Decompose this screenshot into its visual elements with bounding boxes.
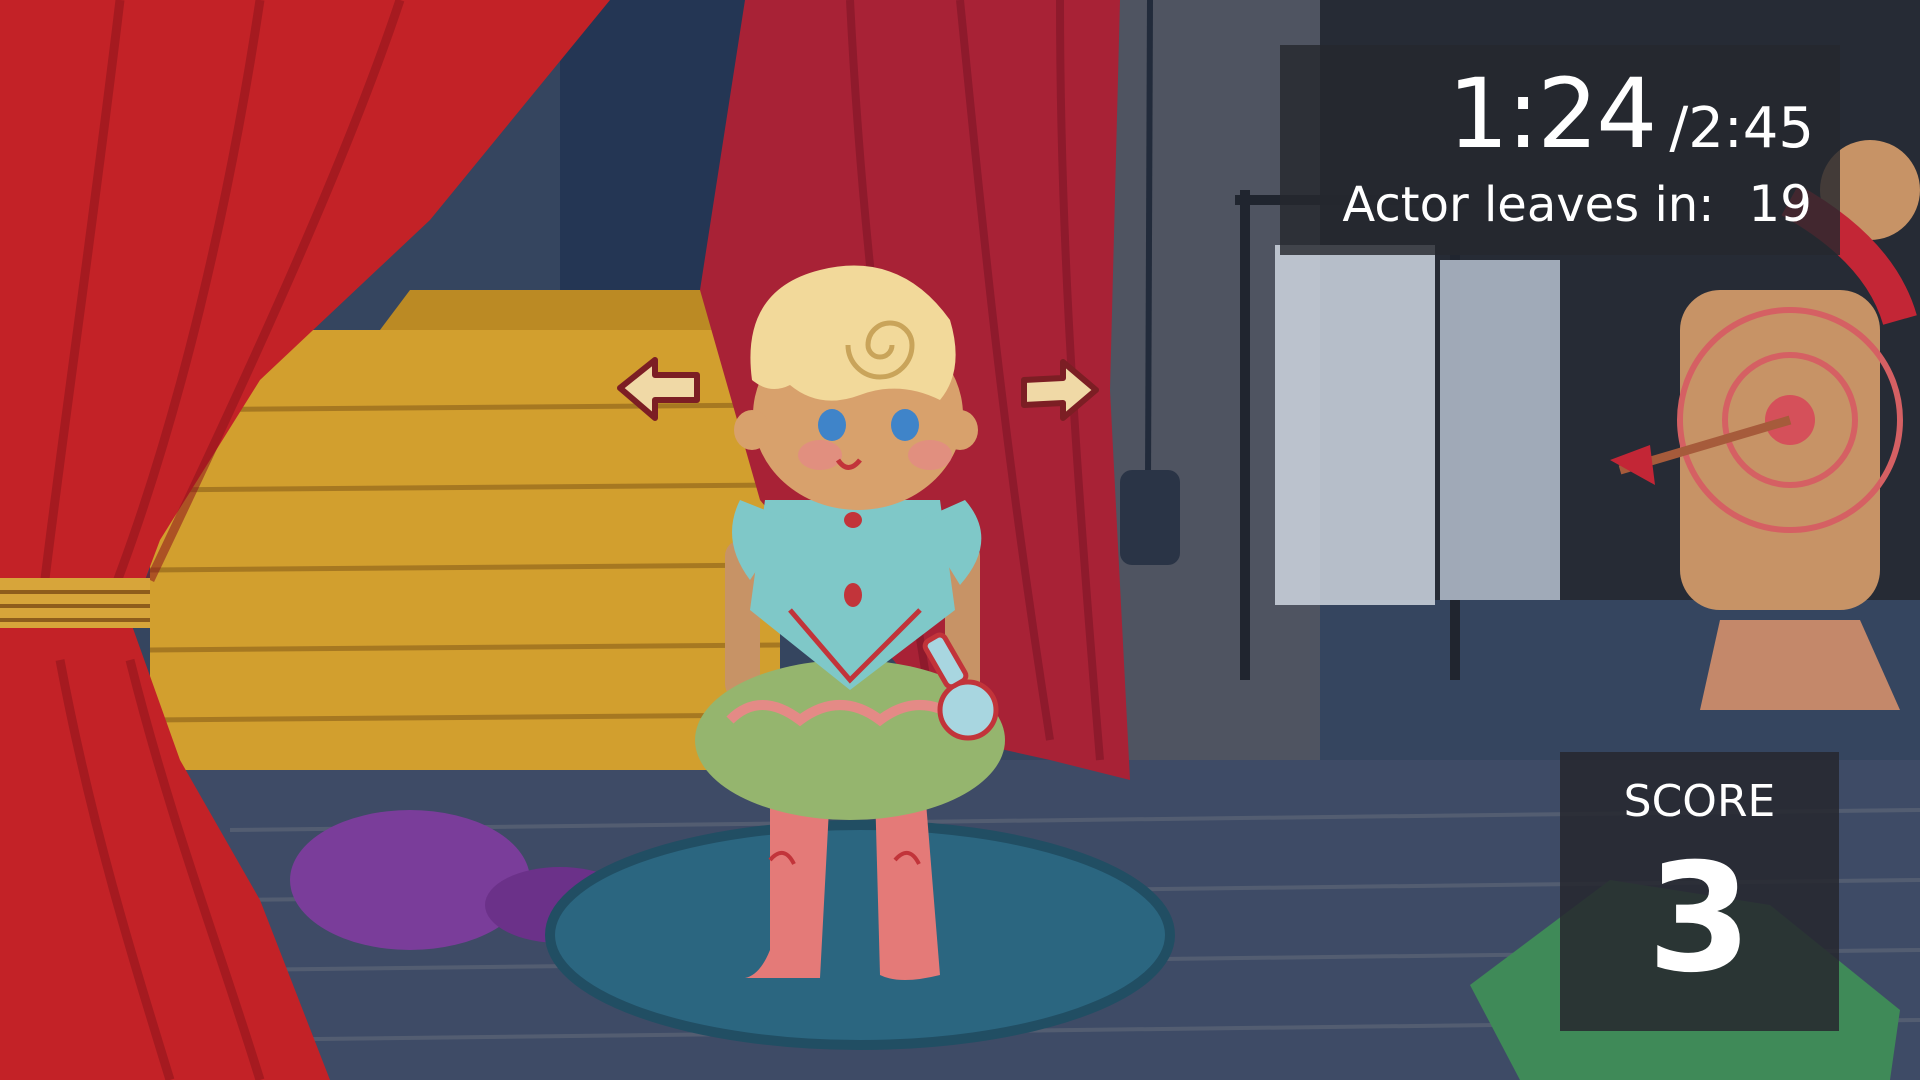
- score-panel: SCORE 3: [1560, 752, 1839, 1031]
- actor-countdown: Actor leaves in: 19: [1342, 175, 1812, 233]
- actor-leaves-count: 19: [1748, 175, 1812, 233]
- elapsed-time: 1:24: [1447, 58, 1658, 170]
- score-value: 3: [1647, 832, 1752, 1006]
- score-label: SCORE: [1623, 776, 1776, 827]
- timer-panel: 1:24 /2:45 Actor leaves in: 19: [1280, 45, 1840, 255]
- lamp-cord: [1145, 0, 1153, 481]
- total-time: /2:45: [1669, 96, 1814, 161]
- hanging-lamp: [1120, 470, 1180, 565]
- round-timer: 1:24 /2:45: [1448, 59, 1814, 169]
- purple-cap-prop: [290, 810, 530, 950]
- actor-leaves-label: Actor leaves in:: [1342, 177, 1715, 233]
